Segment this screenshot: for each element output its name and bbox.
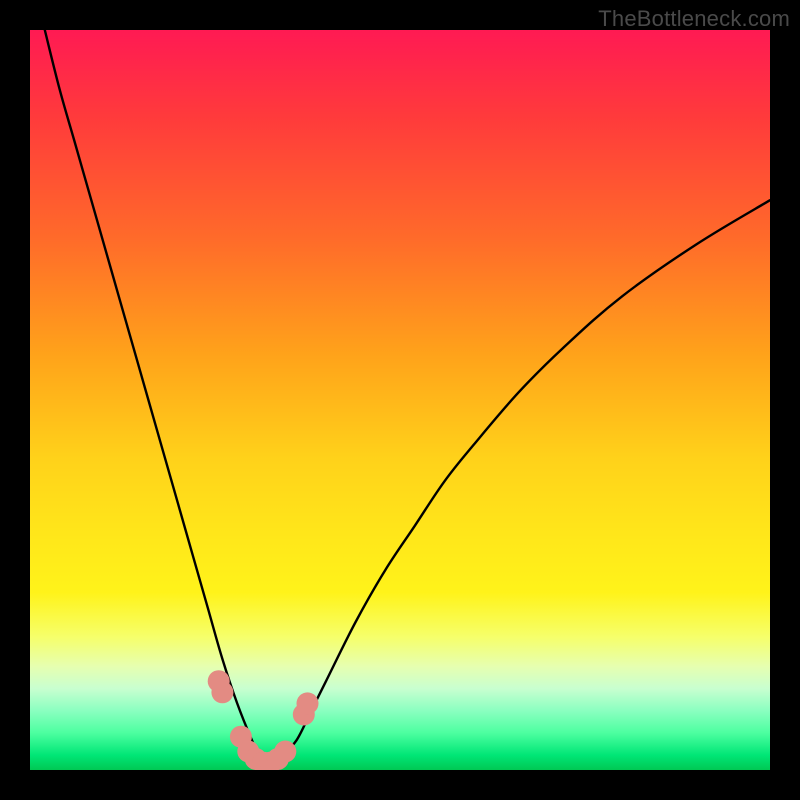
attribution-text: TheBottleneck.com: [598, 6, 790, 32]
plot-area: [30, 30, 770, 770]
highlight-point: [297, 692, 319, 714]
highlight-point: [274, 741, 296, 763]
chart-frame: TheBottleneck.com: [0, 0, 800, 800]
bottleneck-curve: [45, 30, 770, 764]
highlight-point: [211, 681, 233, 703]
curve-svg: [30, 30, 770, 770]
